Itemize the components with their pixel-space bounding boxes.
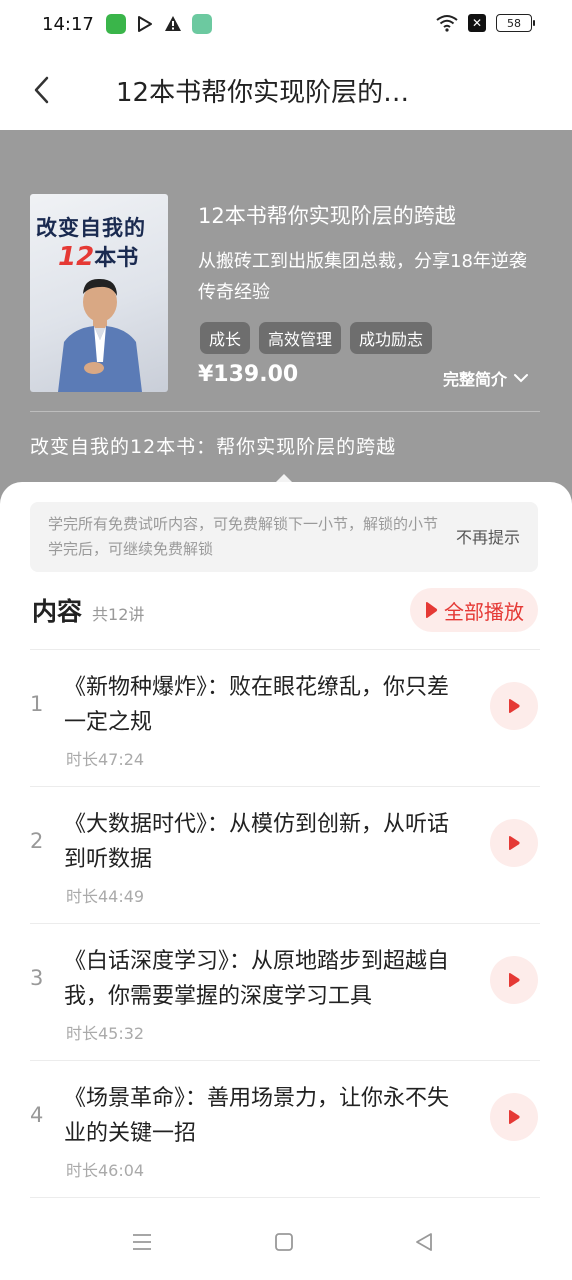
play-icon	[426, 602, 438, 618]
header-divider	[30, 411, 540, 412]
series-title: 改变自我的12本书：帮你实现阶层的跨越	[30, 436, 397, 458]
tag-inspiration[interactable]: 成功励志	[350, 322, 433, 354]
lesson-play-button[interactable]	[490, 819, 538, 867]
play-icon	[509, 973, 520, 987]
lesson-duration: 时长47:24	[66, 750, 145, 769]
lesson-item[interactable]: 4 《场景革命》：善用场景力，让你永不失业的关键一招 时长46:04	[0, 1061, 572, 1198]
play-icon	[509, 1110, 520, 1124]
status-bar: 14:17 ✕ 58	[0, 0, 572, 52]
chevron-left-icon	[34, 76, 49, 104]
play-icon	[509, 699, 520, 713]
free-unlock-tip: 学完所有免费试听内容，可免费解锁下一小节，解锁的小节学完后，可继续免费解锁 不再…	[30, 502, 538, 572]
tag-list: 成长 高效管理 成功励志	[200, 322, 433, 354]
lesson-item[interactable]: 1 《新物种爆炸》：败在眼花缭乱，你只差一定之规 时长47:24	[0, 650, 572, 787]
no-sim-icon: ✕	[468, 14, 486, 32]
back-button[interactable]	[22, 70, 62, 110]
chevron-down-icon	[514, 374, 529, 383]
lesson-number: 4	[30, 1103, 44, 1127]
book-title: 12本书帮你实现阶层的跨越	[198, 204, 456, 228]
tip-pointer	[276, 474, 292, 482]
lesson-item[interactable]: 3 《白话深度学习》：从原地踏步到超越自我，你需要掌握的深度学习工具 时长45:…	[0, 924, 572, 1061]
play-store-icon	[138, 16, 152, 32]
download-notification-icon	[192, 14, 212, 34]
lesson-duration: 时长45:32	[66, 1024, 145, 1043]
lesson-title: 《白话深度学习》：从原地踏步到超越自我，你需要掌握的深度学习工具	[64, 949, 450, 1009]
content-header: 内容 共12讲	[32, 592, 144, 628]
lesson-duration: 时长44:49	[66, 887, 145, 906]
lesson-item[interactable]: 2 《大数据时代》：从模仿到创新，从听话到听数据 时长44:49	[0, 787, 572, 924]
nav-bar: 12本书帮你实现阶层的…	[0, 52, 572, 130]
content-sheet: 学完所有免费试听内容，可免费解锁下一小节，解锁的小节学完后，可继续免费解锁 不再…	[0, 474, 572, 1198]
full-intro-label: 完整简介	[443, 370, 508, 389]
lesson-number: 3	[30, 966, 44, 990]
book-cover[interactable]: 改变自我的 12本书	[30, 194, 168, 392]
price: ¥139.00	[198, 362, 299, 387]
book-subtitle: 从搬砖工到出版集团总裁，分享18年逆袭传奇经验	[198, 251, 527, 303]
content-label: 内容	[32, 597, 83, 626]
status-time: 14:17	[42, 14, 94, 35]
recent-apps-button[interactable]	[130, 1230, 154, 1254]
cover-title: 改变自我的	[36, 216, 146, 240]
tag-growth[interactable]: 成长	[200, 322, 251, 354]
lesson-count: 共12讲	[92, 605, 145, 624]
page-title: 12本书帮你实现阶层的…	[116, 78, 410, 108]
lesson-duration: 时长46:04	[66, 1161, 145, 1180]
status-system-icons: ✕ 58	[436, 14, 535, 32]
lesson-play-button[interactable]	[490, 682, 538, 730]
play-icon	[509, 836, 520, 850]
lesson-title: 《大数据时代》：从模仿到创新，从听话到听数据	[64, 812, 450, 872]
home-button[interactable]	[272, 1230, 296, 1254]
triangle-back-icon	[416, 1233, 432, 1251]
lesson-title: 《场景革命》：善用场景力，让你永不失业的关键一招	[64, 1086, 450, 1146]
lesson-number: 1	[30, 692, 44, 716]
dismiss-tip-button[interactable]: 不再提示	[456, 524, 520, 548]
lesson-play-button[interactable]	[490, 956, 538, 1004]
system-nav-bar	[0, 1200, 572, 1280]
tip-text: 学完所有免费试听内容，可免费解锁下一小节，解锁的小节学完后，可继续免费解锁	[48, 515, 439, 558]
author-portrait-icon	[58, 278, 142, 392]
system-back-button[interactable]	[412, 1230, 436, 1254]
play-all-label: 全部播放	[444, 599, 524, 624]
tag-management[interactable]: 高效管理	[259, 322, 342, 354]
cover-subtitle: 12本书	[58, 242, 139, 272]
warning-icon	[165, 16, 181, 31]
play-all-button[interactable]: 全部播放	[410, 588, 538, 632]
status-app-icons	[106, 14, 212, 34]
lesson-play-button[interactable]	[490, 1093, 538, 1141]
book-header: 改变自我的 12本书 12本书帮你实现阶层的跨越 从搬砖工到出版集团总裁，分享1…	[0, 130, 572, 510]
lesson-divider	[30, 1197, 540, 1198]
battery-icon: 58	[496, 14, 535, 32]
menu-icon	[133, 1234, 151, 1250]
lesson-number: 2	[30, 829, 44, 853]
square-icon	[275, 1233, 293, 1251]
app-notification-icon	[106, 14, 126, 34]
wifi-icon	[436, 15, 458, 32]
full-intro-button[interactable]: 完整简介	[443, 366, 529, 390]
lesson-title: 《新物种爆炸》：败在眼花缭乱，你只差一定之规	[64, 675, 450, 735]
